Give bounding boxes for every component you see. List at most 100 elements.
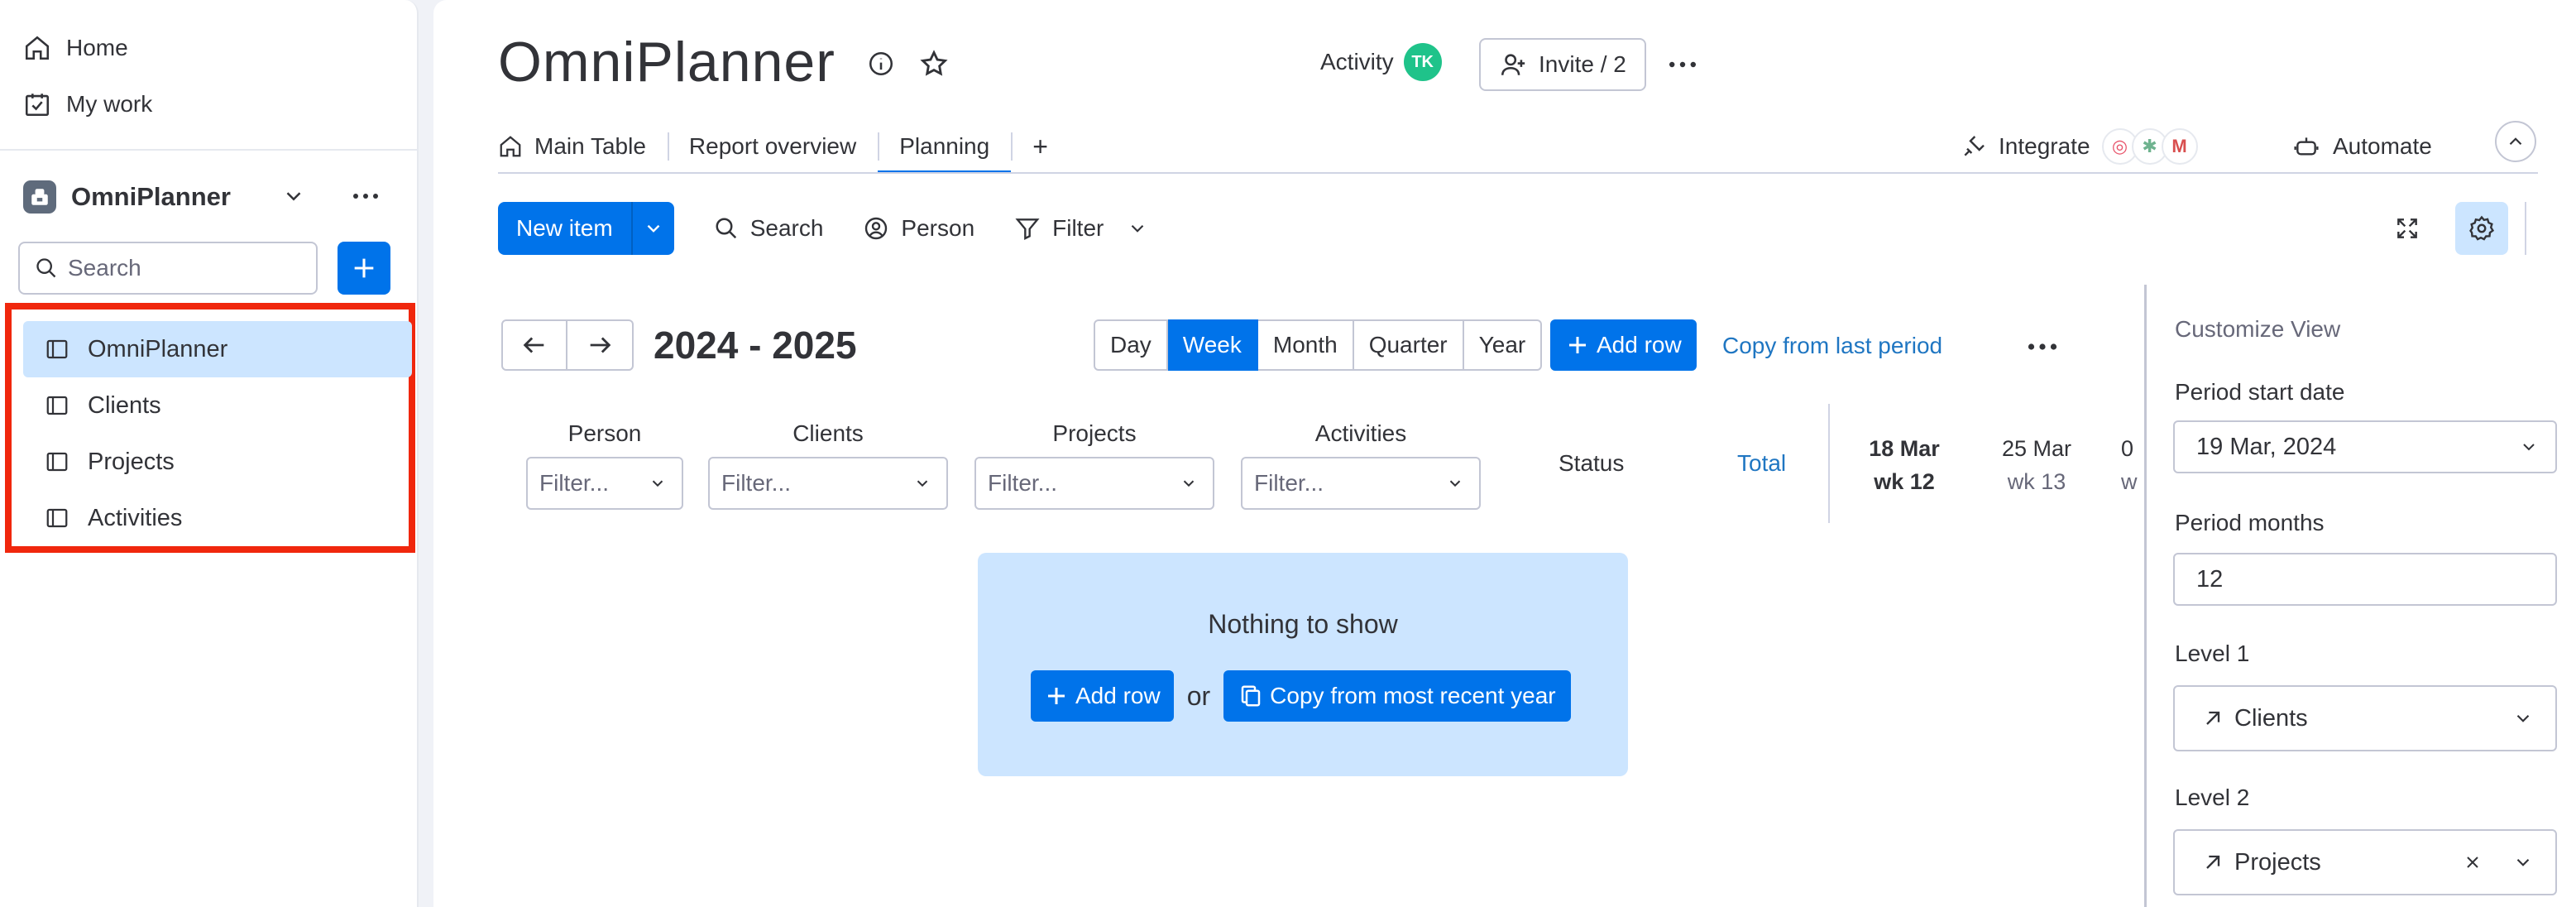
period-start-select[interactable]: 19 Mar, 2024 [2173,420,2557,473]
person-label: Person [901,215,975,241]
column-divider [1828,404,1830,523]
chevron-down-icon [1180,474,1198,492]
column-header-clients: Clients [792,420,864,446]
column-header-status: Status [1559,450,1625,476]
page-title: OmniPlanner [498,31,836,94]
next-period-button[interactable] [567,319,634,371]
sidebar-item-activities[interactable]: Activities [23,490,412,546]
automate-button[interactable]: Automate [2293,122,2432,170]
home-icon [23,34,51,62]
more-options-icon[interactable] [1666,51,1699,78]
view-tabs: Main Table Report overview Planning + [498,122,1070,174]
filter-button[interactable]: Filter [1014,215,1148,242]
view-month-button[interactable]: Month [1257,319,1354,371]
invite-button[interactable]: Invite / 2 [1479,38,1646,91]
customize-view-panel: Customize View Period start date 19 Mar,… [2144,285,2576,907]
clients-filter-select[interactable]: Filter... [708,457,948,510]
automate-label: Automate [2333,133,2432,159]
column-header-projects: Projects [1052,420,1137,446]
settings-button[interactable] [2455,202,2508,255]
home-icon [498,134,523,159]
view-quarter-button[interactable]: Quarter [1353,319,1464,371]
tab-report-overview[interactable]: Report overview [667,122,878,170]
period-navigation [501,319,634,371]
tab-main-table[interactable]: Main Table [498,122,668,170]
sidebar-item-label: Activities [88,504,183,531]
tab-label: Main Table [534,133,646,159]
more-options-icon[interactable] [2023,334,2061,359]
arrow-up-right-icon [2201,851,2224,874]
collapse-header-button[interactable] [2495,121,2536,162]
sidebar-item-clients[interactable]: Clients [23,377,412,434]
integrate-button[interactable]: Integrate ◎ ✱ M [1961,122,2198,170]
level-1-label: Level 1 [2175,641,2250,666]
plug-icon [1961,133,1987,160]
sidebar-item-omniplanner[interactable]: OmniPlanner [23,321,412,377]
info-icon[interactable] [867,50,895,78]
nav-home[interactable]: Home [23,27,128,69]
person-filter-button[interactable]: Person [863,215,974,242]
nav-my-work[interactable]: My work [23,84,152,125]
board-icon [45,393,69,418]
fullscreen-button[interactable] [2381,202,2434,255]
level-1-select[interactable]: Clients [2173,685,2557,751]
activity-button[interactable]: Activity TK [1320,43,1442,81]
chevron-down-icon [2519,437,2539,457]
nav-home-label: Home [66,35,128,60]
filter-placeholder: Filter... [539,470,610,496]
sidebar: Home My work OmniPlanner Search OmniPlan… [0,0,419,907]
tab-planning[interactable]: Planning [878,122,1012,174]
person-filter-select[interactable]: Filter... [526,457,683,510]
filter-placeholder: Filter... [988,470,1058,496]
add-view-button[interactable]: + [1011,122,1070,170]
activity-label: Activity [1320,49,1394,74]
copy-from-recent-year-button[interactable]: Copy from most recent year [1223,670,1571,722]
arrow-up-right-icon [2201,707,2224,730]
column-header-total[interactable]: Total [1737,450,1786,477]
copy-icon [1238,684,1263,708]
more-options-icon[interactable] [351,184,381,209]
chevron-down-icon[interactable] [1127,218,1148,239]
invite-label: Invite / 2 [1539,51,1626,77]
previous-period-button[interactable] [501,319,567,371]
week-column-header: 25 Mar wk 13 [1987,432,2086,498]
sidebar-search[interactable] [18,242,318,295]
week-date: 25 Mar [2001,436,2072,461]
toolbar: New item Search Person Filter [498,202,1148,255]
tabs-divider [498,172,2538,174]
calendar-check-icon [23,90,51,118]
integrate-label: Integrate [1999,133,2090,159]
board-icon [45,337,69,362]
sidebar-search-input[interactable] [68,255,308,281]
week-number: w [2121,469,2138,494]
sidebar-item-projects[interactable]: Projects [23,434,412,490]
view-day-button[interactable]: Day [1094,319,1168,371]
chevron-down-icon[interactable] [281,184,306,209]
workspace-name: OmniPlanner [71,182,231,211]
star-icon[interactable] [918,48,950,79]
tab-label: Planning [899,133,990,159]
add-board-button[interactable] [338,242,390,295]
or-label: or [1186,680,1211,711]
empty-state: Nothing to show Add row or Copy from mos… [978,553,1628,776]
plus-icon [1565,333,1590,358]
search-button[interactable]: Search [714,215,823,242]
chevron-down-icon [2512,708,2534,729]
filter-placeholder: Filter... [1254,470,1324,496]
view-year-button[interactable]: Year [1463,319,1543,371]
close-icon[interactable] [2463,852,2483,872]
workspace-selector[interactable]: OmniPlanner [23,175,397,218]
level-1-value: Clients [2234,704,2308,732]
level-2-select[interactable]: Projects [2173,829,2557,895]
copy-from-last-period-link[interactable]: Copy from last period [1722,333,1942,359]
activities-filter-select[interactable]: Filter... [1241,457,1481,510]
new-item-button[interactable]: New item [498,202,674,255]
view-week-button[interactable]: Week [1167,319,1258,371]
empty-add-row-button[interactable]: Add row [1031,670,1174,722]
period-months-input[interactable]: 12 [2173,553,2557,606]
add-row-label: Add row [1597,332,1682,358]
projects-filter-select[interactable]: Filter... [974,457,1214,510]
chevron-down-icon[interactable] [630,202,674,255]
add-row-button[interactable]: Add row [1550,319,1697,371]
plus-icon [350,254,378,282]
